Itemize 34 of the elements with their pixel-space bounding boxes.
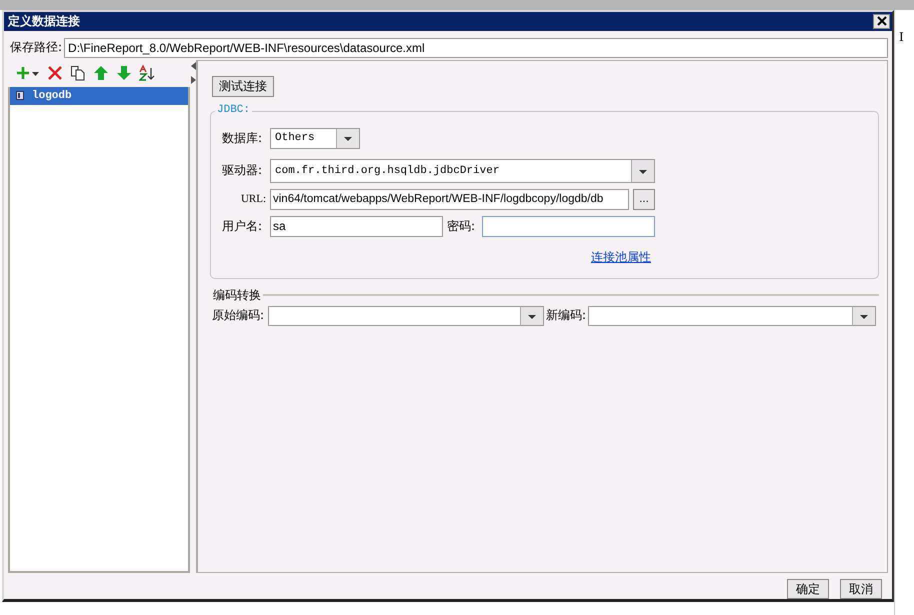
browse-button[interactable]: ... bbox=[633, 188, 655, 210]
test-connection-button[interactable]: 测试连接 bbox=[212, 76, 274, 97]
dialog-button[interactable]: 确定 bbox=[787, 579, 829, 599]
list-item[interactable]: logodb bbox=[10, 86, 188, 105]
field-label: URL: bbox=[240, 193, 267, 206]
password-field[interactable] bbox=[482, 216, 655, 237]
field-label: 数据库: bbox=[222, 130, 264, 147]
field-label: 密码: bbox=[447, 218, 476, 235]
down-arrow-icon[interactable] bbox=[116, 65, 132, 82]
database-dropdown[interactable]: Others bbox=[270, 128, 360, 149]
delete-icon[interactable] bbox=[47, 65, 63, 82]
username-field[interactable]: sa bbox=[270, 216, 443, 237]
up-arrow-icon[interactable] bbox=[93, 65, 109, 82]
window-title: 定义数据连接 bbox=[8, 12, 80, 30]
expand-right-icon[interactable] bbox=[190, 76, 196, 84]
group-legend: 编码转换 bbox=[213, 286, 261, 304]
database-icon[interactable] bbox=[16, 91, 24, 100]
dialog-button[interactable]: 取消 bbox=[840, 579, 882, 599]
pool-settings-link[interactable]: 连接池属性 bbox=[591, 248, 651, 266]
close-button[interactable] bbox=[873, 14, 890, 29]
driver-dropdown[interactable]: com.fr.third.org.hsqldb.jdbcDriver bbox=[270, 158, 655, 183]
url-field[interactable]: vin64/tomcat/webapps/WebReport/WEB-INF/logdbcopy/logdb/db bbox=[270, 188, 629, 210]
field-label: 用户名: bbox=[222, 218, 264, 235]
add-icon[interactable] bbox=[16, 65, 40, 82]
field-label: 驱动器: bbox=[222, 162, 264, 180]
field-label: 保存路径: bbox=[10, 39, 62, 56]
path-field[interactable]: D:\FineReport_8.0/WebReport/WEB-INF\resources\datasource.xml bbox=[64, 38, 888, 58]
field-label: 原始编码: bbox=[212, 307, 264, 324]
sort-icon[interactable] bbox=[139, 65, 157, 82]
close-icon[interactable] bbox=[876, 16, 886, 26]
column-header: I bbox=[899, 30, 904, 44]
copy-icon[interactable] bbox=[70, 65, 86, 82]
collapse-left-icon[interactable] bbox=[190, 62, 196, 70]
field-label: 新编码: bbox=[546, 307, 586, 324]
